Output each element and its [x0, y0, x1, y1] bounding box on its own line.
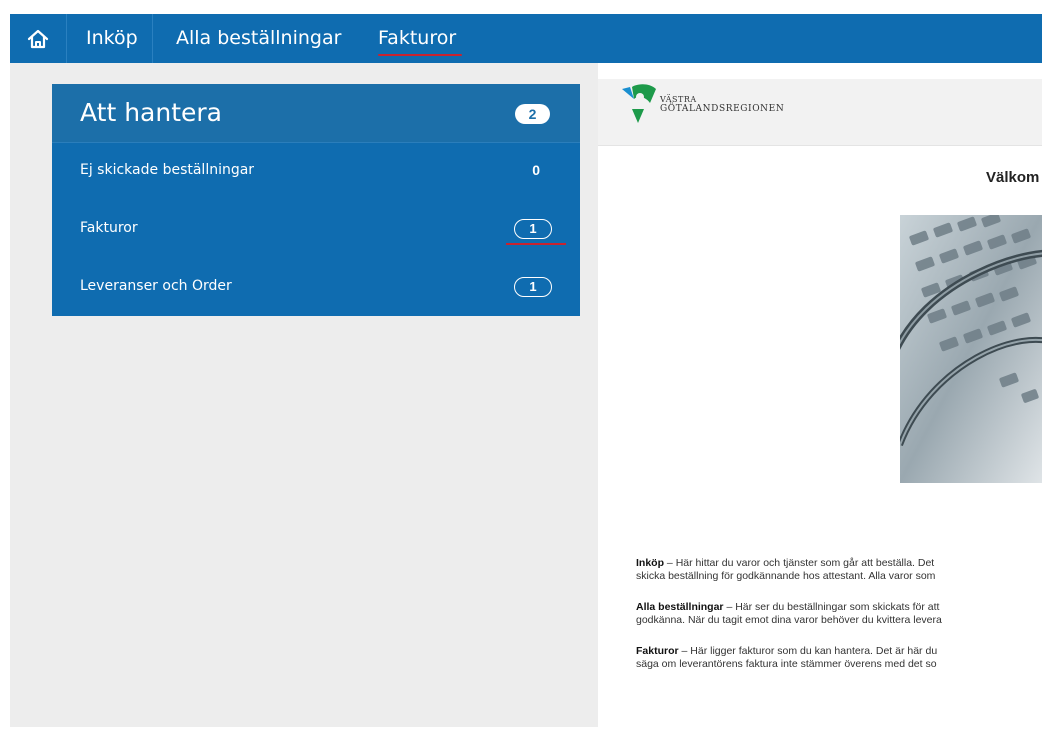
top-navigation-bar: Inköp Alla beställningar Fakturor	[10, 14, 1042, 63]
nav-item-alla-bestallningar[interactable]: Alla beställningar	[162, 14, 355, 63]
info-paragraph-fakturor: Fakturor – Här ligger fakturor som du ka…	[636, 645, 1042, 671]
info-term: Alla beställningar	[636, 601, 724, 613]
todo-total-badge: 2	[515, 104, 550, 124]
info-separator: –	[664, 557, 676, 569]
info-text: skicka beställning för godkännande hos a…	[636, 570, 936, 582]
info-paragraph-inkop: Inköp – Här hittar du varor och tjänster…	[636, 557, 1042, 583]
todo-row-leveranser[interactable]: Leveranser och Order 1	[52, 259, 580, 317]
info-paragraph-alla-bestallningar: Alla beställningar – Här ser du beställn…	[636, 601, 1042, 627]
vgr-logo-icon	[622, 84, 656, 123]
todo-row-count: 0	[532, 162, 540, 178]
info-term: Inköp	[636, 557, 664, 569]
info-separator: –	[678, 645, 691, 657]
info-text: Här ser du beställningar som skickats fö…	[735, 601, 940, 613]
brand-name-line1: VÄSTRA	[660, 95, 697, 104]
todo-widget: Att hantera 2 Ej skickade beställningar …	[52, 84, 580, 316]
info-text: Här hittar du varor och tjänster som går…	[675, 557, 935, 569]
home-icon	[27, 29, 49, 48]
brand-name-line2: GÖTALANDSREGIONEN	[660, 104, 785, 114]
todo-row-label: Fakturor	[80, 220, 138, 236]
info-text: Här ligger fakturor som du kan hantera. …	[690, 645, 938, 657]
info-text: säga om leverantörens faktura inte stämm…	[636, 658, 937, 670]
todo-row-label: Ej skickade beställningar	[80, 162, 255, 178]
todo-header: Att hantera 2	[52, 84, 580, 143]
active-nav-underline	[378, 54, 462, 56]
todo-row-count-badge: 1	[514, 277, 552, 297]
info-separator: –	[723, 601, 736, 613]
nav-item-inkop[interactable]: Inköp	[72, 14, 153, 63]
info-term: Fakturor	[636, 645, 679, 657]
todo-row-count-badge: 1	[514, 219, 552, 239]
todo-row-ej-skickade[interactable]: Ej skickade beställningar 0	[52, 143, 580, 201]
left-panel: Att hantera 2 Ej skickade beställningar …	[10, 63, 598, 727]
todo-row-label: Leveranser och Order	[80, 278, 232, 294]
todo-row-fakturor[interactable]: Fakturor 1	[52, 201, 580, 259]
info-text: godkänna. När du tagit emot dina varor b…	[636, 614, 942, 626]
laptop-keyboard-image	[900, 215, 1042, 483]
welcome-panel: VÄSTRA GÖTALANDSREGIONEN Välkom Inköp – …	[598, 63, 1042, 729]
home-button[interactable]	[10, 14, 67, 63]
todo-title: Att hantera	[80, 98, 223, 127]
highlight-underline	[506, 243, 566, 245]
brand-logo-bar: VÄSTRA GÖTALANDSREGIONEN	[598, 79, 1042, 146]
welcome-heading: Välkom	[986, 169, 1040, 186]
